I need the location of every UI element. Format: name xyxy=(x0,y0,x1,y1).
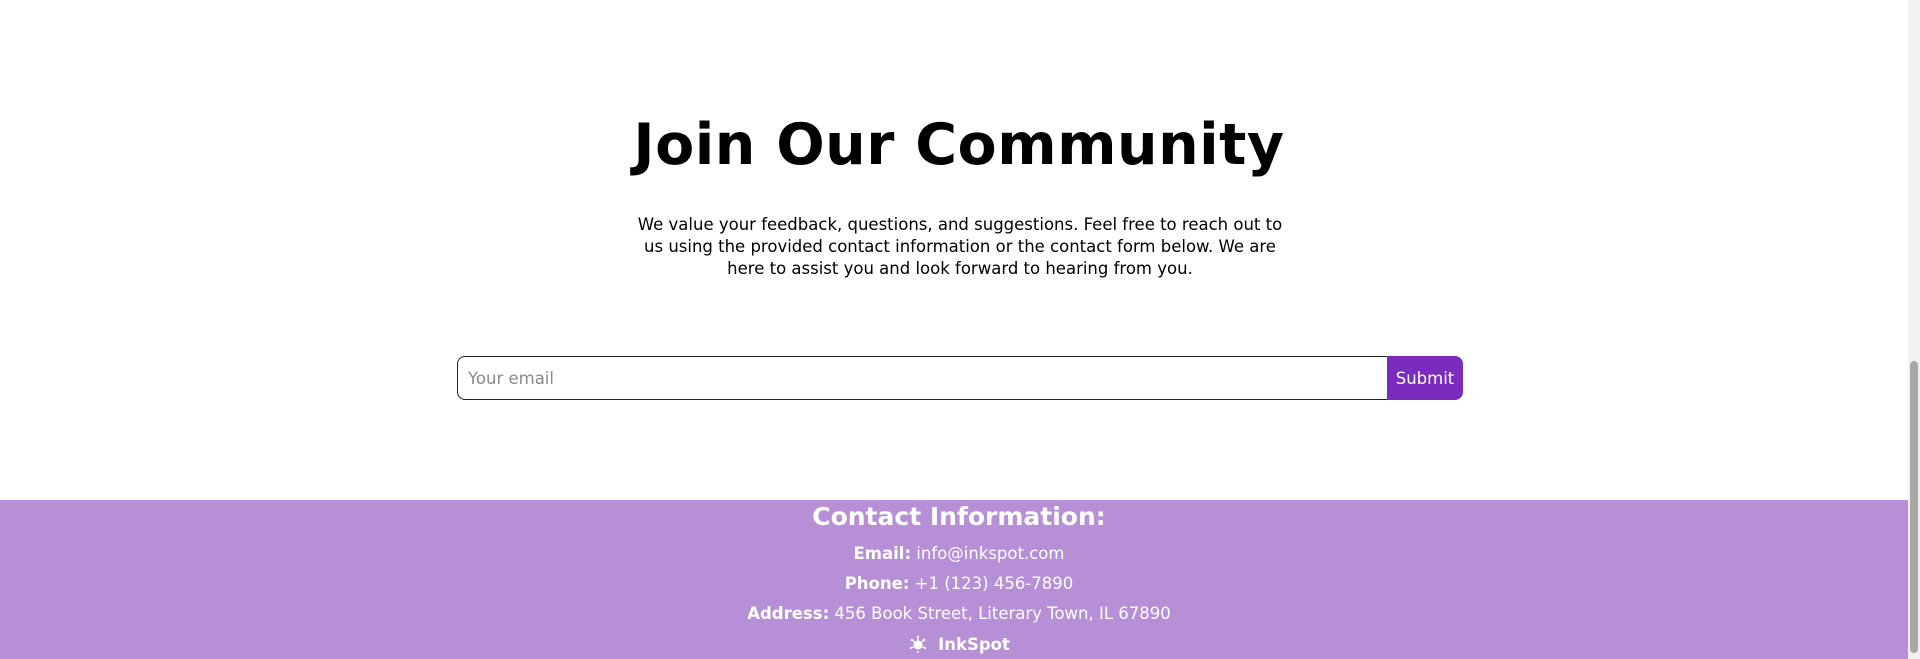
contact-address: Address: 456 Book Street, Literary Town,… xyxy=(0,603,1918,625)
page: Join Our Community We value your feedbac… xyxy=(0,0,1920,659)
address-value: 456 Book Street, Literary Town, IL 67890 xyxy=(834,604,1171,623)
email-label: Email: xyxy=(853,544,912,563)
address-label: Address: xyxy=(747,604,830,623)
ink-splat-icon xyxy=(908,634,928,654)
intro-paragraph: We value your feedback, questions, and s… xyxy=(637,215,1283,278)
newsletter-form: Submit xyxy=(457,356,1463,400)
main-content: Join Our Community We value your feedbac… xyxy=(0,0,1908,500)
footer-brand: InkSpot xyxy=(0,634,1918,656)
submit-button[interactable]: Submit xyxy=(1387,356,1463,400)
email-input[interactable] xyxy=(457,356,1387,400)
contact-email: Email: info@inkspot.com xyxy=(0,543,1918,565)
phone-value: +1 (123) 456-7890 xyxy=(914,574,1074,593)
page-scrollbar[interactable] xyxy=(1908,0,1920,659)
contact-heading: Contact Information: xyxy=(812,502,1106,531)
brand-name: InkSpot xyxy=(938,635,1010,654)
phone-label: Phone: xyxy=(844,574,910,593)
scrollbar-thumb[interactable] xyxy=(1910,361,1918,653)
contact-phone: Phone: +1 (123) 456-7890 xyxy=(0,573,1918,595)
email-value: info@inkspot.com xyxy=(916,544,1065,563)
page-title: Join Our Community xyxy=(633,112,1285,178)
